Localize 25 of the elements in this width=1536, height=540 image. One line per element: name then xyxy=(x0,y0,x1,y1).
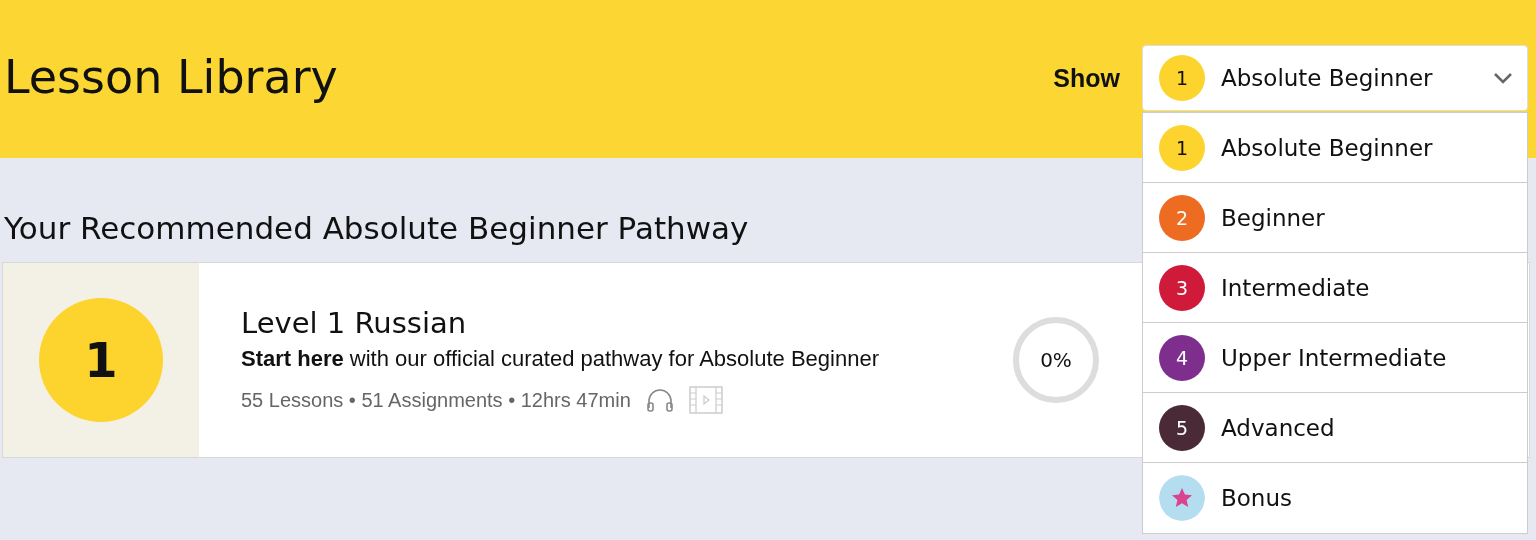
video-icon xyxy=(688,386,723,414)
show-label: Show xyxy=(1053,64,1120,93)
dropdown-option[interactable]: 3 Intermediate xyxy=(1143,253,1527,323)
level-badge: 3 xyxy=(1159,264,1205,311)
level-dropdown[interactable]: 1 Absolute Beginner xyxy=(1142,45,1528,111)
page-title: Lesson Library xyxy=(4,50,339,106)
level-badge: 1 xyxy=(1159,55,1205,101)
level-badge: 5 xyxy=(1159,404,1205,451)
dropdown-option[interactable]: 5 Advanced xyxy=(1143,393,1527,463)
selected-level: Absolute Beginner xyxy=(1221,65,1434,91)
section-heading: Your Recommended Absolute Beginner Pathway xyxy=(4,210,749,246)
level-badge: 4 xyxy=(1159,334,1205,381)
card-title: Level 1 Russian xyxy=(241,306,468,340)
progress-percent: 0% xyxy=(1040,348,1072,372)
dropdown-option[interactable]: 4 Upper Intermediate xyxy=(1143,323,1527,393)
level-badge: 2 xyxy=(1159,194,1205,241)
caret-icon xyxy=(1493,72,1513,84)
headphones-icon xyxy=(644,388,675,412)
dropdown-option[interactable]: 1 Absolute Beginner xyxy=(1143,113,1527,183)
card-meta: 55 Lessons • 51 Assignments • 12hrs 47min xyxy=(241,388,631,412)
card-description: Start here with our official curated pathway for Absolute Beginner xyxy=(241,346,880,372)
level-badge: 1 xyxy=(39,298,163,422)
level-badge: 1 xyxy=(1159,124,1205,171)
dropdown-option[interactable]: Bonus xyxy=(1143,463,1527,533)
dropdown-option[interactable]: 2 Beginner xyxy=(1143,183,1527,253)
